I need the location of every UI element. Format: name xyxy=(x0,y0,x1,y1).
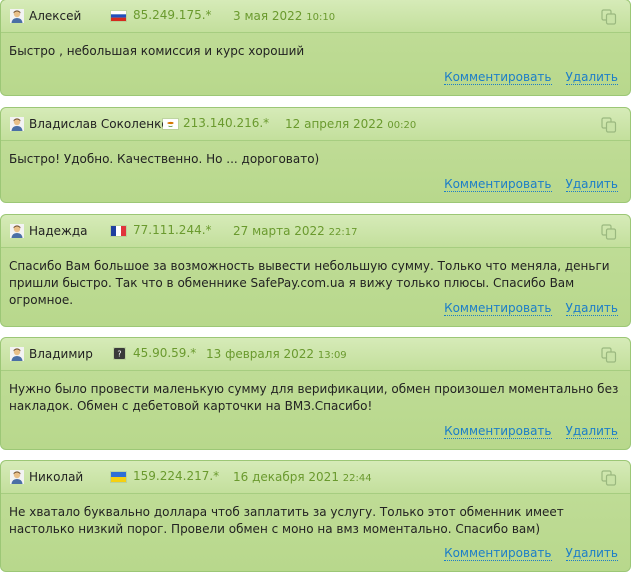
comment-actions: Комментировать Удалить xyxy=(444,424,618,439)
copy-icon[interactable] xyxy=(601,224,617,240)
comment-header: Владислав Соколенко 213.140.216.* 12 апр… xyxy=(1,108,630,141)
comment-date: 3 мая 2022 10:10 xyxy=(233,9,335,23)
comment-date: 12 апреля 2022 00:20 xyxy=(285,117,416,131)
comment-date: 13 февраля 2022 13:09 xyxy=(206,347,347,361)
comment-author: Николай xyxy=(29,470,84,484)
russia-flag-icon xyxy=(111,11,126,21)
comment-header: Надежда 77.111.244.* 27 марта 2022 22:17 xyxy=(1,215,630,248)
copy-icon[interactable] xyxy=(601,9,617,25)
user-avatar-icon xyxy=(10,117,24,131)
comment-author: Владислав Соколенко xyxy=(29,117,169,131)
comment-date-day: 13 февраля 2022 xyxy=(206,347,315,361)
comment-actions: Комментировать Удалить xyxy=(444,301,618,316)
user-avatar-icon xyxy=(10,347,24,361)
comment-card: Алексей 85.249.175.* 3 мая 2022 10:10 Бы… xyxy=(0,0,631,96)
comment-actions: Комментировать Удалить xyxy=(444,70,618,85)
comment-ip: 85.249.175.* xyxy=(133,8,212,22)
comment-date: 27 марта 2022 22:17 xyxy=(233,224,357,238)
comment-delete-link[interactable]: Удалить xyxy=(565,301,618,316)
comment-actions: Комментировать Удалить xyxy=(444,177,618,192)
comment-header: Владимир ? 45.90.59.* 13 февраля 2022 13… xyxy=(1,338,630,371)
comment-date-day: 27 марта 2022 xyxy=(233,224,325,238)
comment-ip: 213.140.216.* xyxy=(183,116,270,130)
comment-header: Николай 159.224.217.* 16 декабря 2021 22… xyxy=(1,461,630,494)
comment-reply-link[interactable]: Комментировать xyxy=(444,546,552,561)
comment-actions: Комментировать Удалить xyxy=(444,546,618,561)
comment-card: Владимир ? 45.90.59.* 13 февраля 2022 13… xyxy=(0,337,631,450)
comment-author: Надежда xyxy=(29,224,88,238)
comment-ip: 45.90.59.* xyxy=(133,346,197,360)
comment-date-day: 16 декабря 2021 xyxy=(233,470,339,484)
comment-date-time: 10:10 xyxy=(306,12,336,23)
user-avatar-icon xyxy=(10,224,24,238)
comment-ip: 159.224.217.* xyxy=(133,469,220,483)
comment-date: 16 декабря 2021 22:44 xyxy=(233,470,372,484)
comment-author: Алексей xyxy=(29,9,82,23)
cyprus-flag-icon xyxy=(163,119,178,129)
unknown-flag-icon: ? xyxy=(114,348,125,359)
comment-text: Быстро! Удобно. Качественно. Но ... доро… xyxy=(9,152,320,166)
copy-icon[interactable] xyxy=(601,117,617,133)
copy-icon[interactable] xyxy=(601,470,617,486)
comment-text: Быстро , небольшая комиссия и курс хорош… xyxy=(9,44,305,58)
comment-delete-link[interactable]: Удалить xyxy=(565,177,618,192)
comment-date-day: 3 мая 2022 xyxy=(233,9,303,23)
comment-reply-link[interactable]: Комментировать xyxy=(444,70,552,85)
comment-author: Владимир xyxy=(29,347,93,361)
comment-delete-link[interactable]: Удалить xyxy=(565,424,618,439)
comment-date-time: 22:44 xyxy=(342,473,372,484)
comment-reply-link[interactable]: Комментировать xyxy=(444,177,552,192)
comment-text: Нужно было провести маленькую сумму для … xyxy=(9,382,619,413)
user-avatar-icon xyxy=(10,9,24,23)
comments-list: Алексей 85.249.175.* 3 мая 2022 10:10 Бы… xyxy=(0,0,635,572)
copy-icon[interactable] xyxy=(601,347,617,363)
ukraine-flag-icon xyxy=(111,472,126,482)
comment-date-time: 00:20 xyxy=(387,120,417,131)
comment-card: Надежда 77.111.244.* 27 марта 2022 22:17… xyxy=(0,214,631,327)
comment-delete-link[interactable]: Удалить xyxy=(565,70,618,85)
comment-date-day: 12 апреля 2022 xyxy=(285,117,384,131)
comment-delete-link[interactable]: Удалить xyxy=(565,546,618,561)
svg-text:?: ? xyxy=(117,350,121,359)
comment-reply-link[interactable]: Комментировать xyxy=(444,301,552,316)
user-avatar-icon xyxy=(10,470,24,484)
comment-reply-link[interactable]: Комментировать xyxy=(444,424,552,439)
france-flag-icon xyxy=(111,226,126,236)
comment-text: Не хватало буквально доллара чтоб заплат… xyxy=(9,505,564,536)
comment-date-time: 13:09 xyxy=(317,350,347,361)
comment-header: Алексей 85.249.175.* 3 мая 2022 10:10 xyxy=(1,0,630,33)
comment-ip: 77.111.244.* xyxy=(133,223,212,237)
comment-card: Николай 159.224.217.* 16 декабря 2021 22… xyxy=(0,460,631,572)
comment-card: Владислав Соколенко 213.140.216.* 12 апр… xyxy=(0,107,631,203)
comment-date-time: 22:17 xyxy=(328,227,358,238)
